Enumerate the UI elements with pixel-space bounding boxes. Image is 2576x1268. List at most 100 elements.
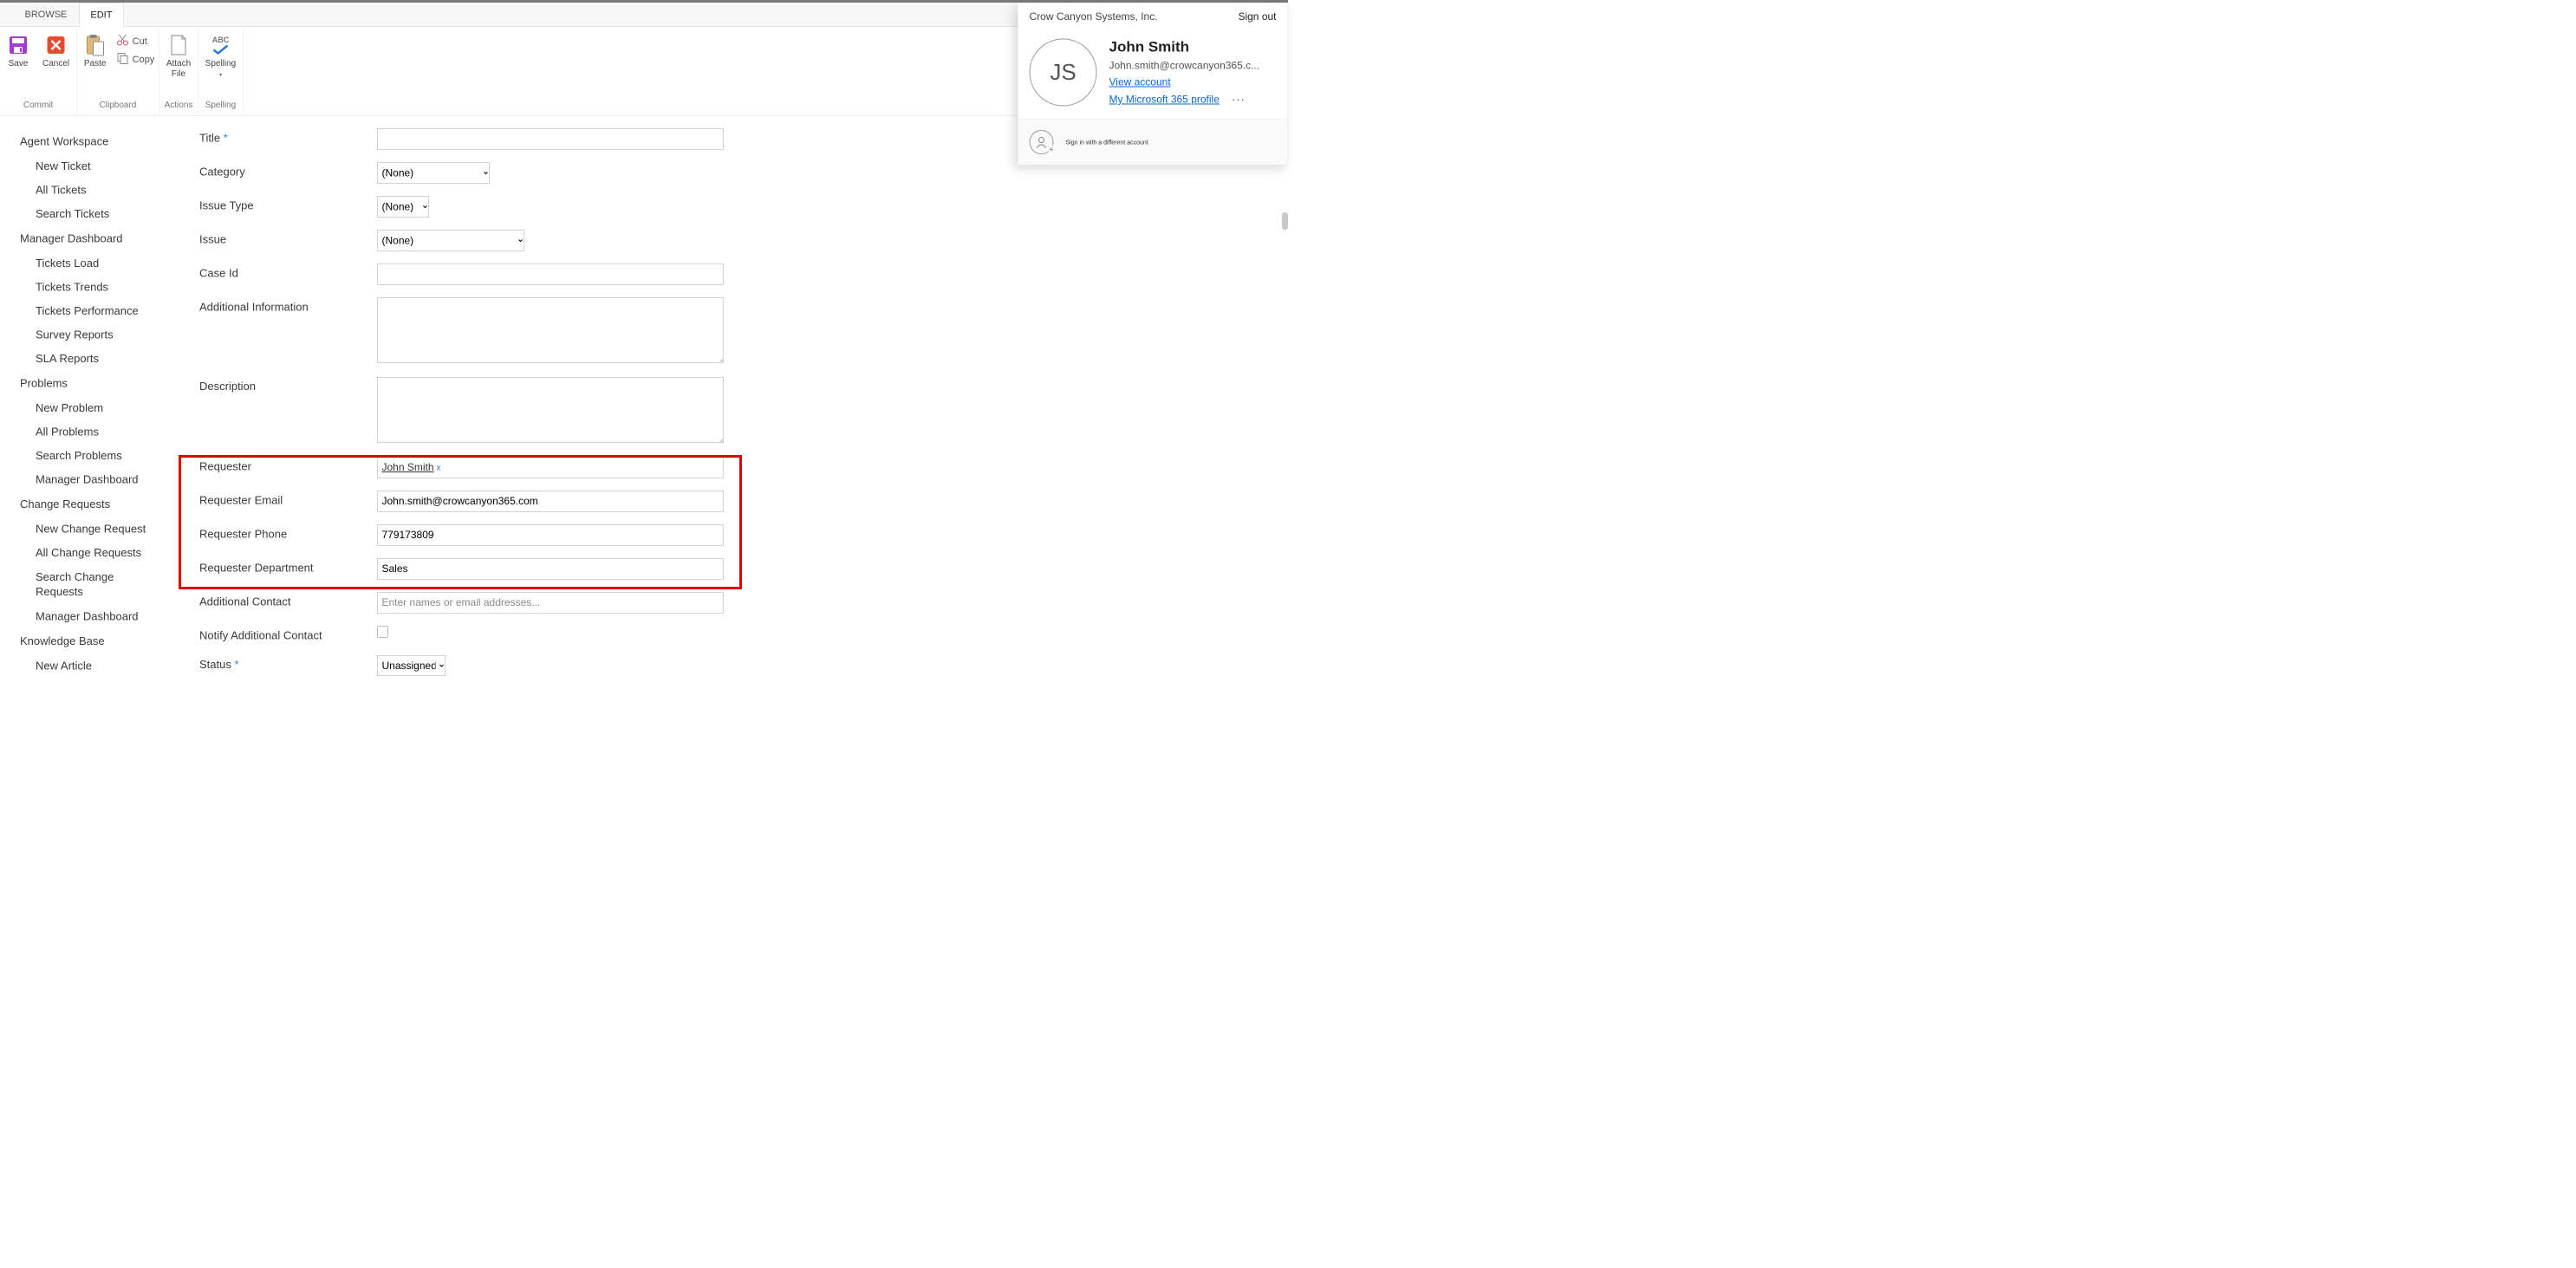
nav-search-tickets[interactable]: Search Tickets (20, 202, 173, 226)
nav-manager-dashboard[interactable]: Manager Dashboard (20, 226, 173, 252)
label-title: Title * (199, 129, 377, 146)
content-area: Agent Workspace New Ticket All Tickets S… (0, 116, 1288, 690)
account-email: John.smith@crowcanyon365.c... (1109, 60, 1260, 72)
tab-browse[interactable]: BROWSE (13, 3, 79, 27)
input-additional-contact[interactable]: Enter names or email addresses... (377, 593, 724, 614)
my-profile-link[interactable]: My Microsoft 365 profile (1109, 94, 1220, 106)
cancel-button[interactable]: Cancel (40, 33, 72, 69)
copy-label: Copy (133, 54, 155, 65)
nav-tickets-load[interactable]: Tickets Load (20, 251, 173, 276)
label-additional-info: Additional Information (199, 298, 377, 315)
nav-knowledge-base[interactable]: Knowledge Base (20, 628, 173, 654)
view-account-link[interactable]: View account (1109, 76, 1260, 88)
attach-file-button[interactable]: Attach File (164, 33, 193, 80)
chevron-down-icon: ▾ (219, 72, 222, 78)
org-name: Crow Canyon Systems, Inc. (1030, 11, 1158, 23)
cancel-label: Cancel (42, 58, 69, 68)
cut-icon (117, 34, 129, 49)
spelling-icon: ABC (209, 34, 231, 56)
copy-button[interactable]: Copy (117, 52, 155, 67)
sign-in-different-account[interactable]: + Sign in with a different account (1018, 120, 1288, 166)
nav-new-article[interactable]: New Article (20, 654, 173, 678)
nav-all-tickets[interactable]: All Tickets (20, 179, 173, 203)
label-category: Category (199, 163, 377, 179)
cut-button[interactable]: Cut (117, 34, 155, 49)
cancel-icon (45, 34, 68, 56)
save-label: Save (9, 58, 29, 68)
ribbon-group-commit: Save Cancel Commit (0, 29, 77, 115)
nav-change-requests[interactable]: Change Requests (20, 491, 173, 517)
left-nav: Agent Workspace New Ticket All Tickets S… (0, 129, 173, 690)
textarea-additional-info[interactable] (377, 298, 724, 363)
requester-remove-icon[interactable]: x (437, 463, 441, 473)
copy-icon (117, 52, 129, 67)
nav-new-change-request[interactable]: New Change Request (20, 517, 173, 542)
paste-label: Paste (84, 58, 107, 68)
nav-agent-workspace[interactable]: Agent Workspace (20, 129, 173, 155)
attach-file-label: Attach File (166, 58, 191, 79)
paste-icon (84, 34, 107, 56)
input-case-id[interactable] (377, 264, 724, 285)
ribbon-group-commit-label: Commit (23, 98, 53, 114)
nav-all-problems[interactable]: All Problems (20, 420, 173, 445)
nav-survey-reports[interactable]: Survey Reports (20, 323, 173, 348)
label-issue-type: Issue Type (199, 197, 377, 213)
more-icon[interactable]: ··· (1232, 93, 1246, 107)
nav-tickets-trends[interactable]: Tickets Trends (20, 276, 173, 300)
nav-all-change-requests[interactable]: All Change Requests (20, 541, 173, 565)
avatar: JS (1030, 39, 1097, 107)
ticket-form: Title * Category (None) Issue Type (None… (173, 129, 724, 690)
ribbon-group-clipboard: Paste Cut Copy (77, 29, 159, 115)
nav-changes-manager-dashboard[interactable]: Manager Dashboard (20, 604, 173, 628)
attach-file-icon (167, 34, 190, 56)
sign-in-different-account-label: Sign in with a different account (1066, 139, 1148, 146)
label-requester-phone: Requester Phone (199, 525, 377, 542)
select-status[interactable]: Unassigned (377, 655, 446, 676)
ribbon-group-actions-label: Actions (165, 98, 193, 114)
label-additional-contact: Additional Contact (199, 593, 377, 609)
input-title[interactable] (377, 129, 724, 150)
label-notify-additional-contact: Notify Additional Contact (199, 627, 377, 643)
input-requester[interactable]: John Smith x (377, 458, 724, 478)
label-issue: Issue (199, 231, 377, 247)
save-icon (7, 34, 29, 56)
account-flyout: Crow Canyon Systems, Inc. Sign out JS Jo… (1018, 3, 1288, 166)
nav-sla-reports[interactable]: SLA Reports (20, 347, 173, 371)
account-name: John Smith (1109, 39, 1260, 56)
add-account-icon: + (1030, 130, 1054, 154)
label-requester-department: Requester Department (199, 559, 377, 575)
label-requester-email: Requester Email (199, 491, 377, 508)
tab-edit[interactable]: EDIT (79, 3, 124, 27)
label-description: Description (199, 377, 377, 393)
input-requester-email[interactable] (377, 491, 724, 512)
spelling-label: Spelling▾ (205, 58, 237, 79)
select-issue[interactable]: (None) (377, 231, 524, 251)
paste-button[interactable]: Paste (81, 33, 109, 69)
select-issue-type[interactable]: (None) (377, 197, 429, 218)
scrollbar[interactable] (1282, 212, 1288, 230)
save-button[interactable]: Save (4, 33, 32, 69)
checkbox-notify-additional-contact[interactable] (377, 627, 388, 638)
input-requester-department[interactable] (377, 559, 724, 580)
nav-problems[interactable]: Problems (20, 371, 173, 397)
input-requester-phone[interactable] (377, 525, 724, 546)
textarea-description[interactable] (377, 377, 724, 443)
ribbon-group-clipboard-label: Clipboard (100, 98, 137, 114)
label-requester: Requester (199, 458, 377, 474)
ribbon-group-spelling: ABC Spelling▾ Spelling (198, 29, 244, 115)
ribbon-group-actions: Attach File Actions (159, 29, 198, 115)
nav-search-problems[interactable]: Search Problems (20, 444, 173, 468)
ribbon-group-spelling-label: Spelling (205, 98, 237, 114)
nav-tickets-performance[interactable]: Tickets Performance (20, 299, 173, 323)
cut-label: Cut (133, 36, 147, 47)
nav-problems-manager-dashboard[interactable]: Manager Dashboard (20, 468, 173, 492)
label-status: Status * (199, 655, 377, 672)
nav-new-problem[interactable]: New Problem (20, 396, 173, 420)
spelling-button[interactable]: ABC Spelling▾ (203, 33, 239, 80)
nav-new-ticket[interactable]: New Ticket (20, 154, 173, 179)
label-case-id: Case Id (199, 264, 377, 281)
requester-chip[interactable]: John Smith (382, 462, 434, 474)
nav-search-change-requests[interactable]: Search Change Requests (20, 565, 141, 605)
select-category[interactable]: (None) (377, 163, 490, 184)
sign-out-link[interactable]: Sign out (1238, 11, 1276, 23)
